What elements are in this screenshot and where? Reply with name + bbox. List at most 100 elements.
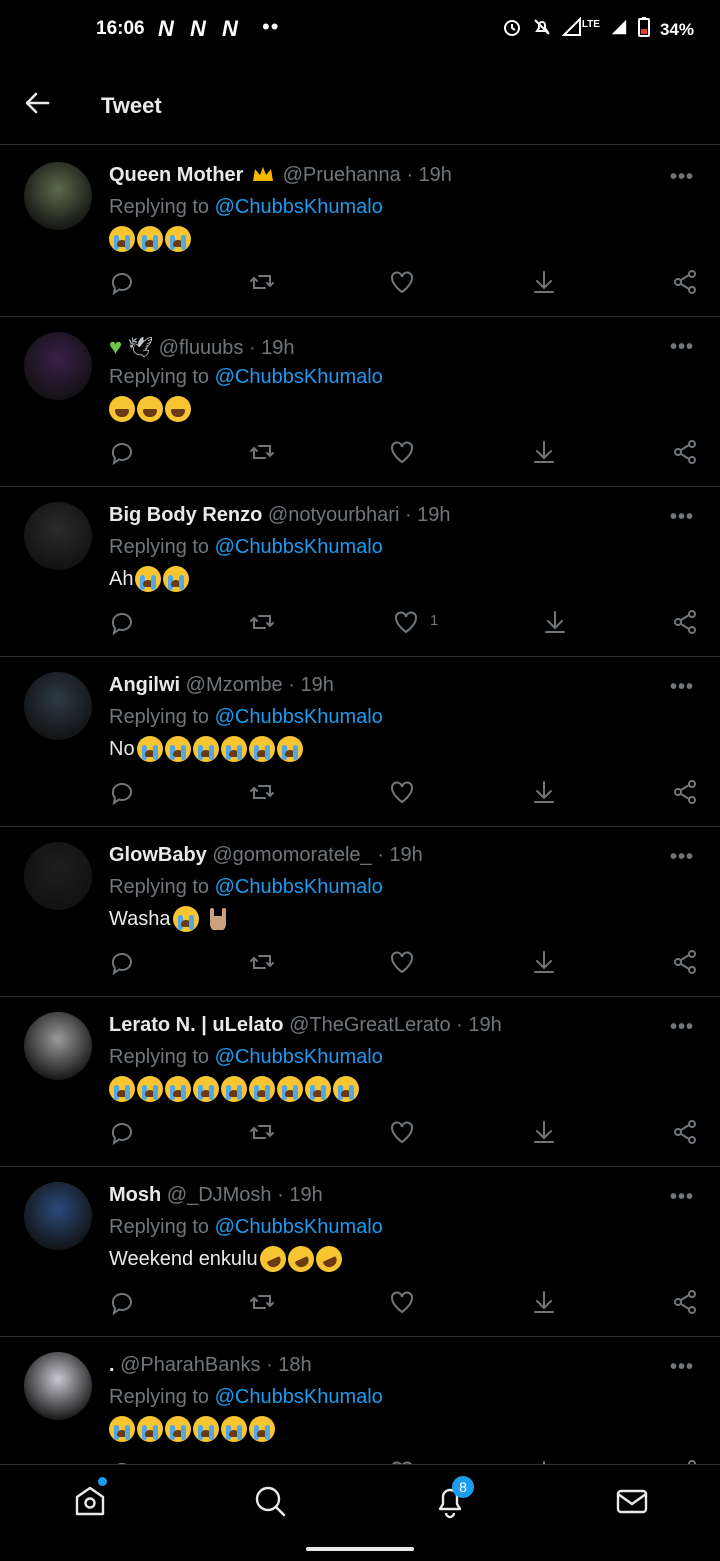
like-icon[interactable] <box>388 1288 416 1316</box>
author-name[interactable]: . <box>109 1354 115 1376</box>
emoji-mouth <box>322 1256 339 1270</box>
status-dots: •• <box>262 14 280 39</box>
home-icon[interactable] <box>72 1483 108 1519</box>
download-icon[interactable] <box>530 948 558 976</box>
messages-icon[interactable] <box>614 1483 650 1519</box>
share-icon[interactable] <box>671 438 699 466</box>
author-handle[interactable]: @TheGreatLerato <box>289 1014 451 1036</box>
rofl-face-emoji <box>255 1241 290 1277</box>
tweet-reply[interactable]: Lerato N. | uLelato @TheGreatLerato · 19… <box>0 996 720 1167</box>
download-icon[interactable] <box>530 1288 558 1316</box>
tweet-reply[interactable]: Mosh @_DJMosh · 19h ••• Replying to @Chu… <box>0 1166 720 1337</box>
reply-icon[interactable] <box>108 268 136 296</box>
tweet-author-line: Lerato N. | uLelato @TheGreatLerato · 19… <box>109 1014 502 1037</box>
author-handle[interactable]: @notyourbhari <box>268 504 399 526</box>
author-handle[interactable]: @fluuubs <box>159 337 244 359</box>
like-icon[interactable] <box>388 438 416 466</box>
emoji-mouth <box>313 1090 323 1097</box>
author-name[interactable]: Queen Mother <box>109 164 243 186</box>
author-handle[interactable]: @Mzombe <box>186 674 283 696</box>
replying-to-mention[interactable]: @ChubbsKhumalo <box>215 196 383 218</box>
more-options-icon[interactable]: ••• <box>670 506 694 529</box>
tweet-reply[interactable]: Big Body Renzo @notyourbhari · 19h ••• R… <box>0 486 720 657</box>
author-handle[interactable]: @_DJMosh <box>167 1184 272 1206</box>
tweet-text <box>109 1076 359 1102</box>
replying-to-mention[interactable]: @ChubbsKhumalo <box>215 536 383 558</box>
download-icon[interactable] <box>530 1118 558 1146</box>
laughing-cat-emoji <box>109 396 135 422</box>
more-options-icon[interactable]: ••• <box>670 336 694 359</box>
retweet-icon[interactable] <box>248 1288 276 1316</box>
retweet-icon[interactable] <box>248 438 276 466</box>
replying-to-mention[interactable]: @ChubbsKhumalo <box>215 876 383 898</box>
avatar[interactable] <box>24 1352 92 1420</box>
avatar[interactable] <box>24 162 92 230</box>
author-name[interactable]: Mosh <box>109 1184 161 1206</box>
share-icon[interactable] <box>671 608 699 636</box>
back-arrow-icon[interactable] <box>22 88 52 118</box>
download-icon[interactable] <box>530 778 558 806</box>
author-name[interactable]: Lerato N. | uLelato <box>109 1014 284 1036</box>
download-icon[interactable] <box>530 438 558 466</box>
like-icon[interactable] <box>392 608 420 636</box>
more-options-icon[interactable]: ••• <box>670 1356 694 1379</box>
retweet-icon[interactable] <box>248 1118 276 1146</box>
reply-icon[interactable] <box>108 1118 136 1146</box>
avatar[interactable] <box>24 842 92 910</box>
like-icon[interactable] <box>388 948 416 976</box>
reply-icon[interactable] <box>108 608 136 636</box>
retweet-icon[interactable] <box>248 268 276 296</box>
avatar[interactable] <box>24 1012 92 1080</box>
retweet-icon[interactable] <box>248 948 276 976</box>
more-options-icon[interactable]: ••• <box>670 166 694 189</box>
tweet-reply[interactable]: Queen Mother @Pruehanna · 19h ••• Replyi… <box>0 146 720 317</box>
tweet-reply[interactable]: ♥ 🕊 @fluuubs · 19h ••• Replying to @Chub… <box>0 316 720 487</box>
retweet-icon[interactable] <box>248 608 276 636</box>
replying-to-mention[interactable]: @ChubbsKhumalo <box>215 706 383 728</box>
emoji-mouth <box>173 1430 183 1437</box>
avatar[interactable] <box>24 1182 92 1250</box>
share-icon[interactable] <box>671 1118 699 1146</box>
author-name[interactable]: Angilwi <box>109 674 180 696</box>
author-name[interactable]: GlowBaby <box>109 844 207 866</box>
retweet-icon[interactable] <box>248 778 276 806</box>
replying-to-mention[interactable]: @ChubbsKhumalo <box>215 366 383 388</box>
avatar[interactable] <box>24 672 92 740</box>
emoji-mouth <box>173 1090 183 1097</box>
separator: · <box>377 844 390 866</box>
author-handle[interactable]: @PharahBanks <box>120 1354 260 1376</box>
like-icon[interactable] <box>388 268 416 296</box>
like-icon[interactable] <box>388 1118 416 1146</box>
reply-icon[interactable] <box>108 438 136 466</box>
more-options-icon[interactable]: ••• <box>670 846 694 869</box>
avatar[interactable] <box>24 502 92 570</box>
share-icon[interactable] <box>671 778 699 806</box>
tweet-time: 19h <box>418 164 452 186</box>
share-icon[interactable] <box>671 1288 699 1316</box>
author-handle[interactable]: @Pruehanna <box>283 164 401 186</box>
avatar[interactable] <box>24 332 92 400</box>
tweet-text: Weekend enkulu <box>109 1241 346 1277</box>
share-icon[interactable] <box>671 948 699 976</box>
tweet-reply[interactable]: Angilwi @Mzombe · 19h ••• Replying to @C… <box>0 656 720 827</box>
like-icon[interactable] <box>388 778 416 806</box>
replying-to-line: Replying to @ChubbsKhumalo <box>109 1046 383 1069</box>
tweet-reply[interactable]: GlowBaby @gomomoratele_ · 19h ••• Replyi… <box>0 826 720 997</box>
more-options-icon[interactable]: ••• <box>670 1016 694 1039</box>
replying-to-mention[interactable]: @ChubbsKhumalo <box>215 1386 383 1408</box>
author-name[interactable]: Big Body Renzo <box>109 504 262 526</box>
share-icon[interactable] <box>671 268 699 296</box>
replying-to-mention[interactable]: @ChubbsKhumalo <box>215 1216 383 1238</box>
download-icon[interactable] <box>530 268 558 296</box>
more-options-icon[interactable]: ••• <box>670 676 694 699</box>
emoji-mouth <box>256 750 267 757</box>
download-icon[interactable] <box>541 608 569 636</box>
more-options-icon[interactable]: ••• <box>670 1186 694 1209</box>
reply-icon[interactable] <box>108 1288 136 1316</box>
crying-face-emoji <box>137 1076 163 1102</box>
replying-to-mention[interactable]: @ChubbsKhumalo <box>215 1046 383 1068</box>
search-icon[interactable] <box>252 1483 288 1519</box>
author-handle[interactable]: @gomomoratele_ <box>212 844 371 866</box>
reply-icon[interactable] <box>108 778 136 806</box>
reply-icon[interactable] <box>108 948 136 976</box>
